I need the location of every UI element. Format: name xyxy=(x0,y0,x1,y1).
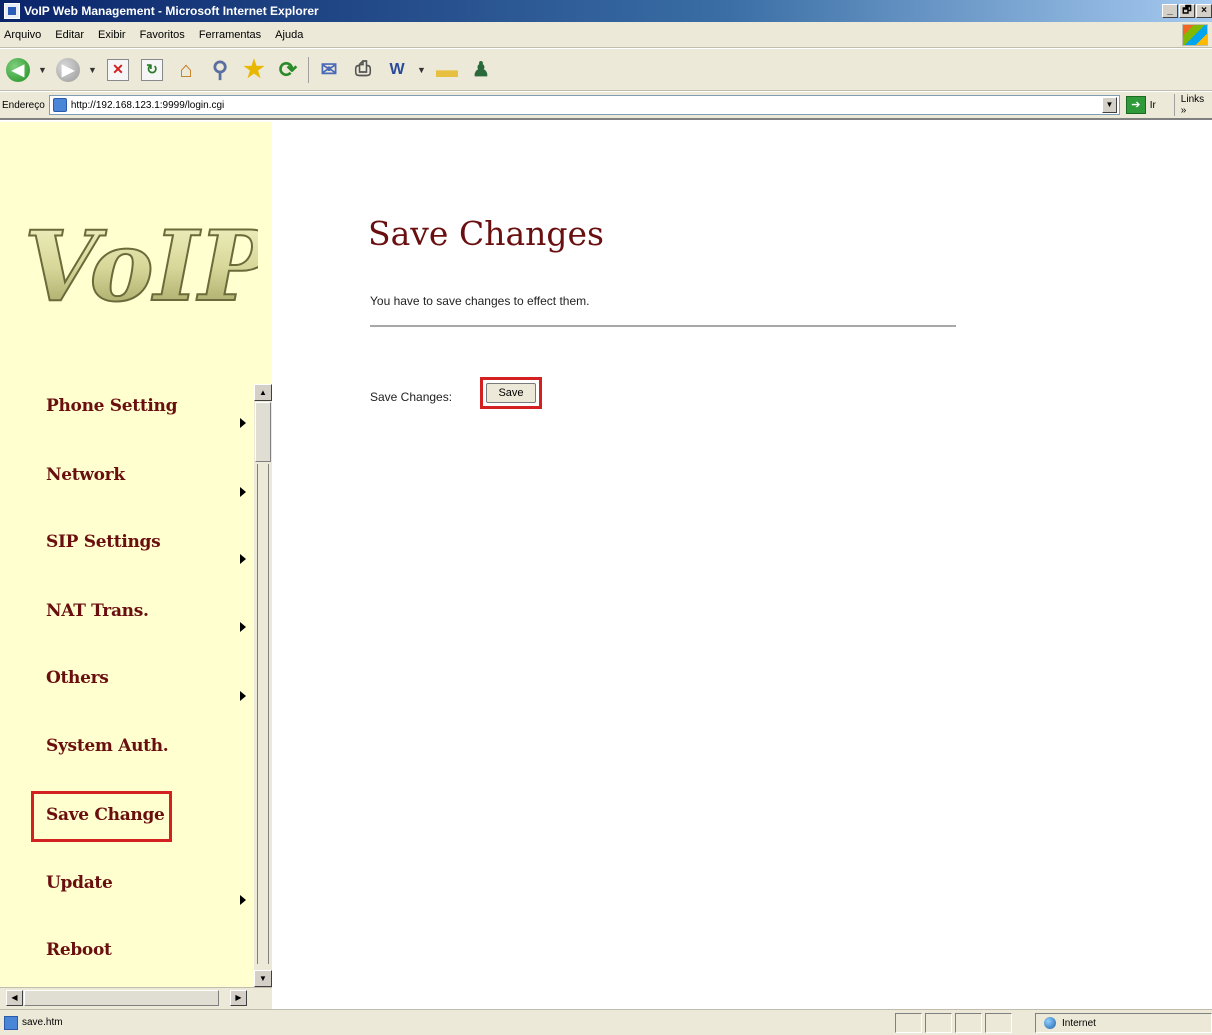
status-pane xyxy=(955,1013,982,1033)
scroll-thumb[interactable] xyxy=(255,402,271,462)
go-icon[interactable]: ➔ xyxy=(1125,96,1146,114)
refresh-icon: ↻ xyxy=(141,58,163,81)
nav-sip-settings[interactable]: SIP Settings xyxy=(46,532,161,552)
edit-icon[interactable]: W xyxy=(383,56,411,84)
page-icon xyxy=(4,1015,18,1030)
address-dropdown-icon[interactable]: ▼ xyxy=(1101,97,1117,113)
refresh-button[interactable]: ↻ xyxy=(138,56,166,84)
sidebar-horizontal-scrollbar[interactable]: ◀ ▶ xyxy=(0,987,272,1009)
status-pane xyxy=(895,1013,922,1033)
back-dropdown-icon[interactable]: ▼ xyxy=(38,65,48,75)
menu-favoritos[interactable]: Favoritos xyxy=(133,29,192,41)
save-button[interactable]: Save xyxy=(486,383,536,403)
zone-label: Internet xyxy=(1062,1017,1096,1029)
save-changes-label: Save Changes: xyxy=(370,390,453,404)
nav-system-auth[interactable]: System Auth. xyxy=(46,736,169,756)
edit-dropdown-icon[interactable]: ▼ xyxy=(417,65,427,75)
forward-dropdown-icon[interactable]: ▼ xyxy=(88,65,98,75)
chevron-right-icon xyxy=(240,554,246,564)
security-zone: Internet xyxy=(1035,1013,1212,1033)
scroll-right-icon[interactable]: ▶ xyxy=(230,990,247,1006)
minimize-button[interactable]: _ xyxy=(1162,4,1178,18)
mail-icon[interactable]: ✉ xyxy=(315,56,343,84)
voip-logo: VoIP xyxy=(23,209,258,324)
favorites-icon[interactable]: ★ xyxy=(240,56,268,84)
address-input[interactable]: http://192.168.123.1:9999/login.cgi ▼ xyxy=(48,95,1120,115)
scroll-up-icon[interactable]: ▲ xyxy=(254,384,272,401)
nav-update[interactable]: Update xyxy=(46,873,113,893)
address-label: Endereço xyxy=(2,99,45,111)
home-icon[interactable]: ⌂ xyxy=(172,56,200,84)
forward-button[interactable]: ▶ xyxy=(54,56,82,84)
print-icon[interactable]: ⎙ xyxy=(349,56,377,84)
chevron-right-icon xyxy=(240,418,246,428)
stop-icon: ✕ xyxy=(107,58,129,81)
status-text: save.htm xyxy=(22,1017,63,1028)
scroll-track xyxy=(257,464,269,964)
status-pane xyxy=(985,1013,1012,1033)
status-bar: save.htm Internet xyxy=(0,1009,1212,1035)
toolbar-separator xyxy=(308,56,309,83)
maximize-button[interactable]: 🗗 xyxy=(1179,4,1195,18)
main-content: Save Changes You have to save changes to… xyxy=(272,122,1212,1009)
media-icon[interactable]: ⟳ xyxy=(274,56,302,84)
nav-others[interactable]: Others xyxy=(46,668,109,688)
chevron-right-icon xyxy=(240,622,246,632)
ie-app-icon[interactable] xyxy=(4,3,20,19)
sidebar: VoIP Phone Setting Network SIP Settings … xyxy=(0,122,272,987)
window-title: VoIP Web Management - Microsoft Internet… xyxy=(24,4,319,18)
toolbar: ◀ ▼ ▶ ▼ ✕ ↻ ⌂ ⚲ ★ ⟳ ✉ ⎙ W ▼ ▬ ♟ xyxy=(0,49,1212,91)
horizontal-scroll-thumb[interactable] xyxy=(24,990,219,1006)
scroll-left-icon[interactable]: ◀ xyxy=(6,990,23,1006)
page-title: Save Changes xyxy=(368,214,604,253)
address-bar: Endereço http://192.168.123.1:9999/login… xyxy=(0,92,1212,120)
menu-editar[interactable]: Editar xyxy=(48,29,91,41)
sidebar-vertical-scrollbar[interactable]: ▲ ▼ xyxy=(254,384,272,987)
address-url[interactable]: http://192.168.123.1:9999/login.cgi xyxy=(71,100,224,111)
close-button[interactable]: × xyxy=(1196,4,1212,18)
menu-ferramentas[interactable]: Ferramentas xyxy=(192,29,268,41)
search-icon[interactable]: ⚲ xyxy=(206,56,234,84)
menu-arquivo[interactable]: Arquivo xyxy=(0,29,48,41)
save-button-highlight: Save xyxy=(480,377,542,409)
globe-icon xyxy=(1044,1017,1056,1029)
go-button[interactable]: Ir xyxy=(1150,100,1156,111)
links-button[interactable]: Links » xyxy=(1173,94,1212,116)
forward-icon: ▶ xyxy=(56,57,80,82)
nav-network[interactable]: Network xyxy=(46,465,125,485)
menu-bar: Arquivo Editar Exibir Favoritos Ferramen… xyxy=(0,22,1212,48)
menu-exibir[interactable]: Exibir xyxy=(91,29,133,41)
stop-button[interactable]: ✕ xyxy=(104,56,132,84)
page-description: You have to save changes to effect them. xyxy=(370,294,590,308)
page-icon xyxy=(52,98,67,112)
nav-save-change[interactable]: Save Change xyxy=(46,805,165,825)
chevron-right-icon xyxy=(240,487,246,497)
nav-phone-setting[interactable]: Phone Setting xyxy=(46,396,177,416)
chevron-right-icon xyxy=(240,691,246,701)
window-controls: _ 🗗 × xyxy=(1162,4,1212,18)
back-icon: ◀ xyxy=(6,57,30,82)
windows-logo-icon xyxy=(1182,23,1208,46)
folder-icon[interactable]: ▬ xyxy=(433,56,461,84)
divider xyxy=(370,325,956,327)
chevron-right-icon xyxy=(240,895,246,905)
title-bar: VoIP Web Management - Microsoft Internet… xyxy=(0,0,1212,22)
nav-reboot[interactable]: Reboot xyxy=(46,940,112,960)
status-pane xyxy=(925,1013,952,1033)
menu-ajuda[interactable]: Ajuda xyxy=(268,29,310,41)
nav-nat-trans[interactable]: NAT Trans. xyxy=(46,601,149,621)
logo-text: VoIP xyxy=(24,210,258,323)
back-button[interactable]: ◀ xyxy=(4,56,32,84)
messenger-icon[interactable]: ♟ xyxy=(467,56,495,84)
status-panes xyxy=(895,1013,1012,1033)
scroll-down-icon[interactable]: ▼ xyxy=(254,970,272,987)
